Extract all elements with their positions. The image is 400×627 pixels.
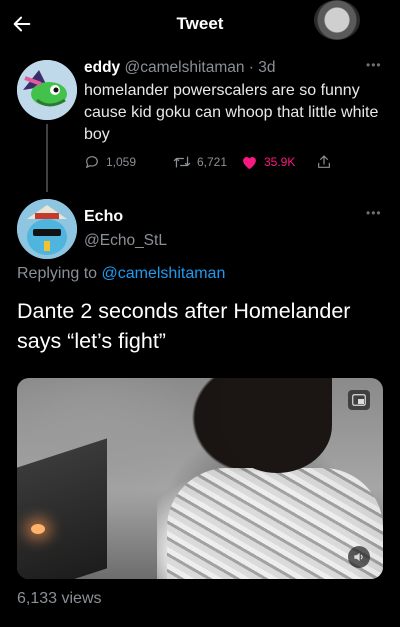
reply-button[interactable]: 1,059 xyxy=(84,152,136,172)
tweet-actions: 1,059 6,721 35.9K xyxy=(84,152,344,172)
video-light xyxy=(31,524,45,534)
user-handle[interactable]: @camelshitaman xyxy=(125,59,245,76)
top-bar: Tweet xyxy=(0,0,400,48)
volume-button[interactable] xyxy=(348,546,370,568)
view-count: 6,133 views xyxy=(17,590,102,607)
replying-mention-link[interactable]: @camelshitaman xyxy=(102,265,226,282)
avatar-echo-art xyxy=(17,199,77,259)
reply-count: 1,059 xyxy=(106,155,137,169)
reply-display-name[interactable]: Echo xyxy=(84,208,123,226)
reply-user-handle[interactable]: @Echo_StL xyxy=(84,232,167,250)
reply-more-options-button[interactable]: ••• xyxy=(366,206,382,220)
tweet-header: eddy @camelshitaman · 3d xyxy=(84,59,276,77)
avatar-eddy[interactable] xyxy=(17,60,77,120)
more-icon: ••• xyxy=(366,58,382,72)
thread-connector xyxy=(46,124,48,192)
floating-assistive-button[interactable] xyxy=(314,0,360,40)
retweet-count: 6,721 xyxy=(197,155,228,169)
like-count: 35.9K xyxy=(264,155,296,169)
more-icon: ••• xyxy=(366,206,382,220)
more-options-button[interactable]: ••• xyxy=(366,58,382,72)
avatar-eddy-art xyxy=(17,60,77,120)
like-button[interactable]: 35.9K xyxy=(241,152,295,172)
replying-to: Replying to @camelshitaman xyxy=(17,265,225,283)
display-name[interactable]: eddy xyxy=(84,59,120,76)
heart-icon xyxy=(243,157,256,170)
replying-label: Replying to xyxy=(17,265,98,282)
avatar-echo[interactable] xyxy=(17,199,77,259)
reply-icon xyxy=(86,156,98,168)
tweet-text: homelander powerscalers are so funny cau… xyxy=(84,82,379,143)
volume-icon xyxy=(354,552,363,562)
share-icon xyxy=(318,155,330,168)
video-background-object xyxy=(17,438,107,579)
gif-icon xyxy=(352,394,366,406)
video-face xyxy=(222,378,332,473)
picture-in-picture-button[interactable] xyxy=(348,390,370,410)
retweet-icon xyxy=(173,156,191,168)
video-player[interactable] xyxy=(17,378,383,579)
tweet-time: · 3d xyxy=(248,59,276,76)
reply-tweet-text: Dante 2 seconds after Homelander says “l… xyxy=(17,299,351,353)
share-button[interactable] xyxy=(316,152,332,172)
retweet-button[interactable]: 6,721 xyxy=(173,152,227,172)
